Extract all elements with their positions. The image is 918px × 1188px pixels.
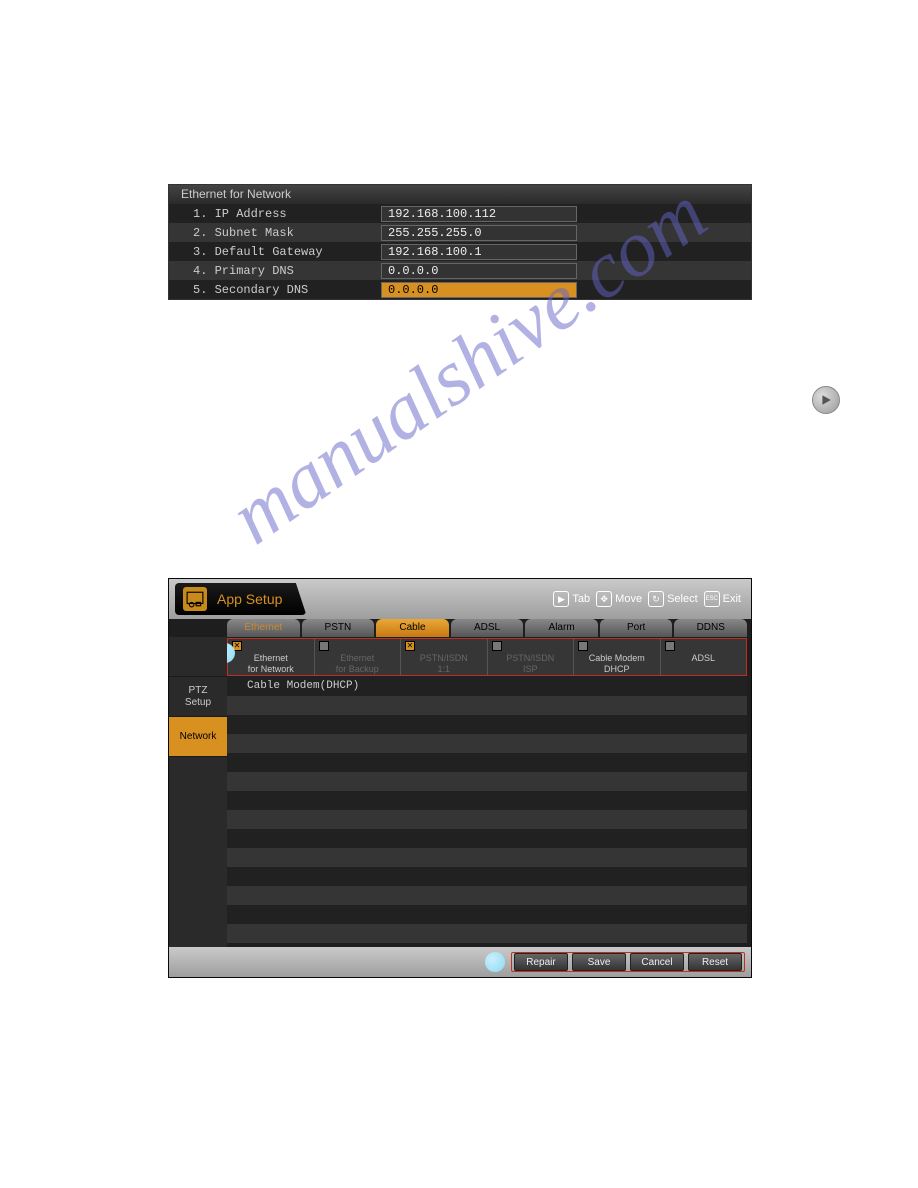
sidebar-item-network[interactable]: Network xyxy=(169,717,227,757)
content-row xyxy=(227,696,747,715)
config-row: 5. Secondary DNS 0.0.0.0 xyxy=(169,280,751,299)
content-row xyxy=(227,848,747,867)
content-row xyxy=(227,905,747,924)
tab-ethernet[interactable]: Ethernet xyxy=(227,619,300,637)
tab-adsl[interactable]: ADSL xyxy=(451,619,524,637)
content-row xyxy=(227,924,747,943)
save-button[interactable]: Save xyxy=(572,953,626,971)
primary-dns-label: 4. Primary DNS xyxy=(169,264,381,278)
config-row: 3. Default Gateway 192.168.100.1 xyxy=(169,242,751,261)
content-row xyxy=(227,791,747,810)
hint-select: ↻Select xyxy=(648,591,698,607)
conn-ethernet-network[interactable]: ✕Ethernet for Network xyxy=(228,639,315,675)
secondary-dns-label: 5. Secondary DNS xyxy=(169,283,381,297)
reset-button[interactable]: Reset xyxy=(688,953,742,971)
config-row: 1. IP Address 192.168.100.112 xyxy=(169,204,751,223)
esc-icon: ESC xyxy=(704,591,720,607)
default-gateway-label: 3. Default Gateway xyxy=(169,245,381,259)
tab-pstn[interactable]: PSTN xyxy=(302,619,375,637)
conn-pstn-isdn-isp[interactable]: PSTN/ISDN ISP xyxy=(488,639,575,675)
callout-marker xyxy=(485,952,505,972)
tab-icon: ▶ xyxy=(553,591,569,607)
default-gateway-input[interactable]: 192.168.100.1 xyxy=(381,244,577,260)
select-icon: ↻ xyxy=(648,591,664,607)
subnet-mask-label: 2. Subnet Mask xyxy=(169,226,381,240)
conn-cable-modem-dhcp[interactable]: Cable Modem DHCP xyxy=(574,639,661,675)
content-row xyxy=(227,810,747,829)
conn-adsl[interactable]: ADSL xyxy=(661,639,747,675)
content-area: Cable Modem(DHCP) xyxy=(227,677,747,947)
sidebar-spacer xyxy=(169,637,227,677)
content-row xyxy=(227,829,747,848)
sidebar: PTZ Setup Network xyxy=(169,637,227,947)
content-row xyxy=(227,867,747,886)
content-row xyxy=(227,715,747,734)
config-row: 4. Primary DNS 0.0.0.0 xyxy=(169,261,751,280)
primary-dns-input[interactable]: 0.0.0.0 xyxy=(381,263,577,279)
hint-move: ✥Move xyxy=(596,591,642,607)
content-row xyxy=(227,772,747,791)
ethernet-config-panel: Ethernet for Network 1. IP Address 192.1… xyxy=(168,184,752,300)
conn-pstn-isdn-11[interactable]: ✕PSTN/ISDN 1:1 xyxy=(401,639,488,675)
hint-exit: ESCExit xyxy=(704,591,741,607)
secondary-dns-input[interactable]: 0.0.0.0 xyxy=(381,282,577,298)
content-row xyxy=(227,734,747,753)
title-wrap: App Setup xyxy=(175,583,306,615)
connection-type-row: ✕Ethernet for Network Ethernet for Backu… xyxy=(227,638,747,676)
play-icon xyxy=(820,394,832,406)
conn-ethernet-backup[interactable]: Ethernet for Backup xyxy=(315,639,402,675)
move-icon: ✥ xyxy=(596,591,612,607)
window-title: App Setup xyxy=(217,591,282,607)
config-row: 2. Subnet Mask 255.255.255.0 xyxy=(169,223,751,242)
app-setup-icon xyxy=(183,587,207,611)
checkbox-icon[interactable] xyxy=(578,641,588,651)
content-row xyxy=(227,753,747,772)
ip-address-input[interactable]: 192.168.100.112 xyxy=(381,206,577,222)
play-button[interactable] xyxy=(812,386,840,414)
checkbox-icon[interactable] xyxy=(492,641,502,651)
checkbox-icon[interactable]: ✕ xyxy=(405,641,415,651)
hint-tab: ▶Tab xyxy=(553,591,590,607)
ip-address-label: 1. IP Address xyxy=(169,207,381,221)
repair-button[interactable]: Repair xyxy=(514,953,568,971)
checkbox-icon[interactable] xyxy=(319,641,329,651)
sidebar-item-ptz-setup[interactable]: PTZ Setup xyxy=(169,677,227,717)
cancel-button[interactable]: Cancel xyxy=(630,953,684,971)
content-header: Cable Modem(DHCP) xyxy=(227,677,747,696)
window-titlebar: App Setup ▶Tab ✥Move ↻Select ESCExit xyxy=(169,579,751,619)
tab-ddns[interactable]: DDNS xyxy=(674,619,747,637)
content-row xyxy=(227,886,747,905)
tab-cable[interactable]: Cable xyxy=(376,619,449,637)
subnet-mask-input[interactable]: 255.255.255.0 xyxy=(381,225,577,241)
footer-bar: Repair Save Cancel Reset xyxy=(169,947,751,977)
checkbox-icon[interactable] xyxy=(665,641,675,651)
app-setup-window: App Setup ▶Tab ✥Move ↻Select ESCExit Eth… xyxy=(168,578,752,978)
footer-button-group: Repair Save Cancel Reset xyxy=(511,952,745,972)
tab-row: Ethernet PSTN Cable ADSL Alarm Port DDNS xyxy=(227,619,747,637)
tab-alarm[interactable]: Alarm xyxy=(525,619,598,637)
tab-port[interactable]: Port xyxy=(600,619,673,637)
panel-header: Ethernet for Network xyxy=(169,185,751,204)
keyboard-hints: ▶Tab ✥Move ↻Select ESCExit xyxy=(553,591,741,607)
